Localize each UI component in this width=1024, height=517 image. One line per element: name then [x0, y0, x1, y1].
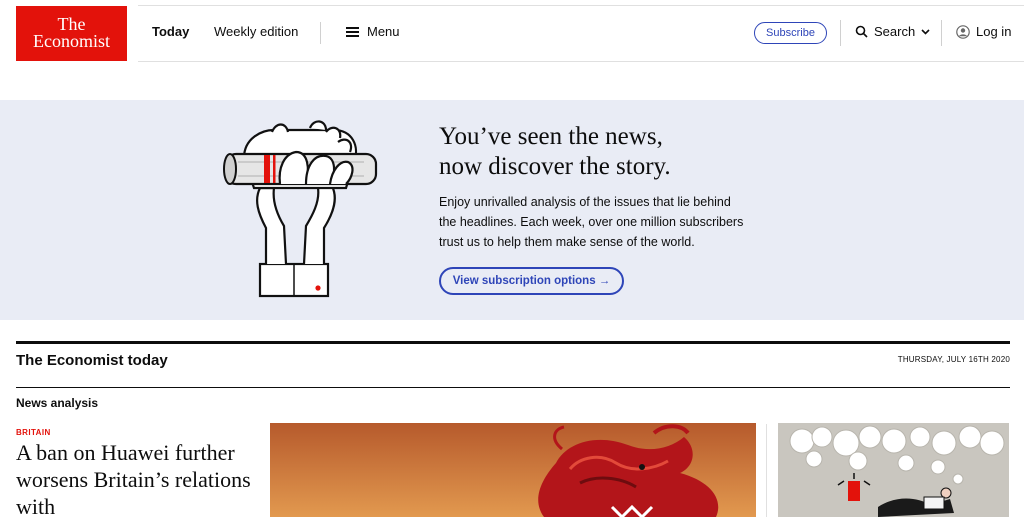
dragon-illustration-image[interactable]	[270, 423, 756, 517]
smoke-illustration-image[interactable]	[778, 423, 1009, 517]
header-divider	[941, 20, 942, 46]
section-title: The Economist today	[16, 352, 168, 369]
menu-label: Menu	[367, 24, 400, 39]
article-flytitle[interactable]: BRITAIN	[16, 428, 51, 437]
search-icon	[855, 25, 868, 38]
promo-headline: You’ve seen the news, now discover the s…	[439, 122, 671, 182]
nav-today-link[interactable]: Today	[152, 24, 189, 39]
login-label: Log in	[976, 24, 1012, 39]
view-subscription-options-button[interactable]: View subscription options →	[439, 267, 624, 295]
section-top-rule	[16, 341, 1010, 344]
menu-button[interactable]: Menu	[346, 24, 400, 39]
news-analysis-heading: News analysis	[16, 396, 99, 410]
search-label: Search	[874, 24, 916, 39]
hamburger-icon	[346, 26, 359, 37]
header-top-rule	[138, 5, 1024, 6]
logo-line2: Economist	[33, 31, 110, 51]
hand-holding-newspaper-illustration	[223, 120, 378, 298]
login-button[interactable]: Log in	[956, 24, 1011, 39]
chevron-down-icon	[921, 28, 930, 35]
edition-date: THURSDAY, JULY 16TH 2020	[897, 355, 1010, 364]
search-button[interactable]: Search	[855, 24, 930, 39]
subscription-promo-banner: You’ve seen the news, now discover the s…	[0, 100, 1024, 320]
subscribe-button[interactable]: Subscribe	[754, 22, 827, 44]
promo-headline-line2: now discover the story.	[439, 153, 671, 180]
user-icon	[956, 24, 970, 39]
article-headline-link[interactable]: A ban on Huawei further worsens Britain’…	[16, 439, 256, 517]
promo-headline-line1: You’ve seen the news,	[439, 123, 663, 150]
nav-weekly-edition-link[interactable]: Weekly edition	[214, 24, 298, 39]
site-header: The Economist Today Weekly edition Menu …	[0, 0, 1024, 64]
header-bottom-rule	[138, 61, 1024, 62]
column-divider	[766, 424, 767, 517]
nav-divider	[320, 22, 321, 44]
section-divider	[16, 387, 1010, 388]
promo-body-text: Enjoy unrivalled analysis of the issues …	[439, 195, 744, 249]
header-divider	[840, 20, 841, 46]
economist-logo[interactable]: The Economist	[16, 6, 127, 61]
